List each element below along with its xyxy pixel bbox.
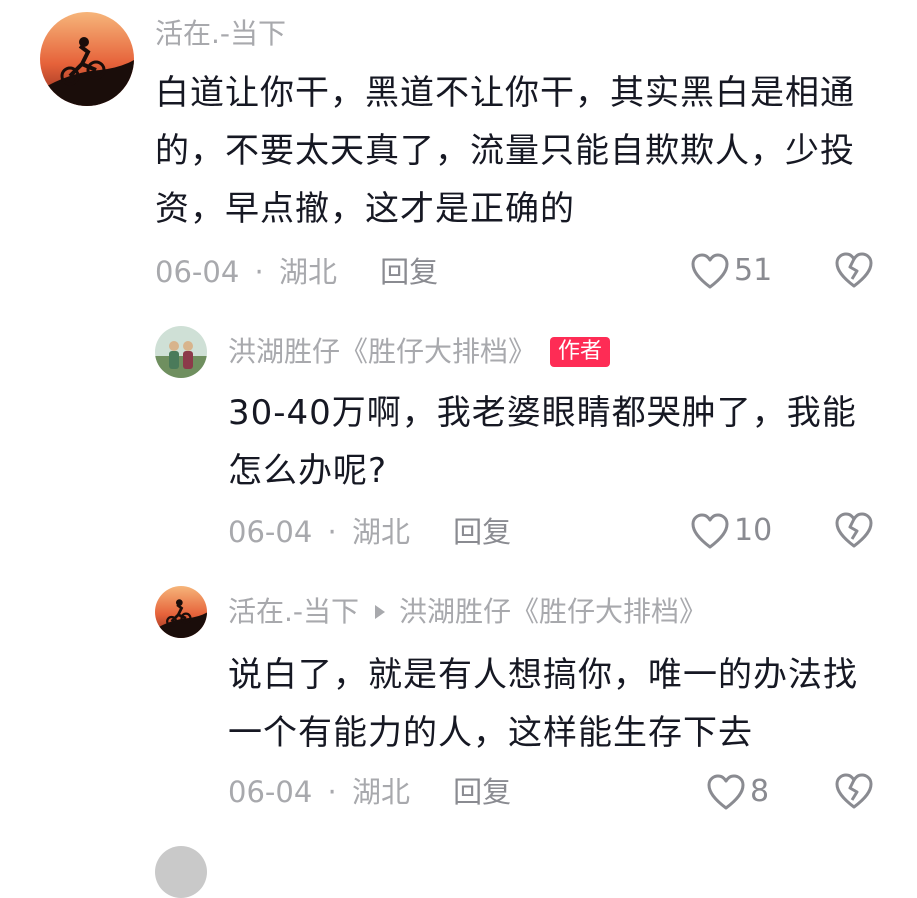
reply-to-name[interactable]: 洪湖胜仔《胜仔大排档》 [399,594,707,630]
like-count: 10 [734,513,773,548]
heart-outline-icon [707,774,745,810]
couple-photo-avatar-icon [155,326,207,378]
reply-button[interactable]: 回复 [380,255,438,289]
like-count: 51 [734,253,773,288]
like-button[interactable]: 8 [706,772,769,812]
dislike-button[interactable] [834,251,874,293]
broken-heart-icon [835,512,873,548]
comment-location: 湖北 [278,255,337,289]
comment-date: 06-04 [155,255,240,289]
like-count: 8 [750,774,770,809]
motorbike-sunset-avatar-icon [155,586,207,638]
author-badge: 作者 [550,337,611,367]
comment-meta: 06-04 · 湖北 回复 [228,512,511,552]
reply-button[interactable]: 回复 [453,775,511,809]
avatar[interactable] [155,326,207,378]
avatar[interactable] [155,586,207,638]
comment-date: 06-04 [228,775,313,809]
motorbike-sunset-avatar-icon [40,12,134,106]
comment-location: 湖北 [351,775,410,809]
comment-text: 30-40万啊，我老婆眼睛都哭肿了，我能怎么办呢? [228,393,857,491]
comment-location: 湖北 [351,515,410,549]
heart-outline-icon [691,253,729,289]
dislike-button[interactable] [834,772,874,814]
heart-outline-icon [691,513,729,549]
comment-text: 白道让你干，黑道不让你干，其实黑白是相通的，不要太天真了，流量只能自欺欺人，少投… [155,73,855,229]
comment-meta: 06-04 · 湖北 回复 [155,252,438,292]
comment-meta: 06-04 · 湖北 回复 [228,772,511,812]
broken-heart-icon [835,252,873,288]
dislike-button[interactable] [834,511,874,553]
reply-arrow-icon [375,605,386,619]
author-line: 活在.-当下 洪湖胜仔《胜仔大排档》 [228,594,707,630]
author-name[interactable]: 活在.-当下 [155,16,286,52]
meta-separator: · [254,255,264,289]
meta-separator: · [327,775,337,809]
author-line: 洪湖胜仔《胜仔大排档》 作者 [228,334,611,370]
broken-heart-icon [835,773,873,809]
avatar[interactable] [155,846,207,898]
author-name[interactable]: 洪湖胜仔《胜仔大排档》 [228,334,536,370]
author-line: 活在.-当下 [155,16,286,52]
meta-separator: · [327,515,337,549]
like-button[interactable]: 10 [690,511,772,551]
like-button[interactable]: 51 [690,251,772,291]
reply-button[interactable]: 回复 [453,515,511,549]
comment-text: 说白了，就是有人想搞你，唯一的办法找一个有能力的人，这样能生存下去 [228,655,858,753]
author-name[interactable]: 活在.-当下 [228,594,359,630]
comment-date: 06-04 [228,515,313,549]
avatar[interactable] [40,12,134,106]
